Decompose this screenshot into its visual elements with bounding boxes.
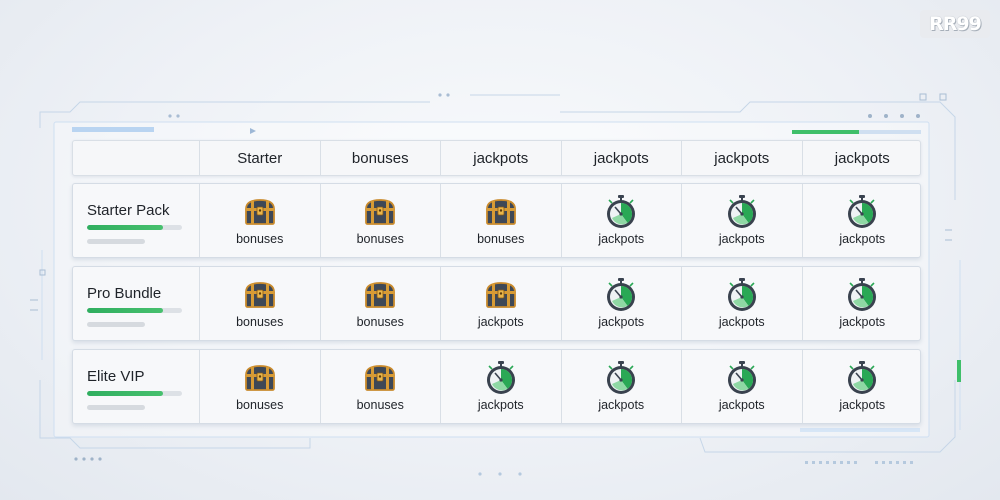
feature-label: bonuses	[236, 315, 284, 329]
feature-label: bonuses	[356, 398, 404, 412]
feature-label: jackpots	[839, 398, 886, 412]
feature-cell[interactable]: bonuses	[440, 184, 561, 257]
feature-cell[interactable]: bonuses	[199, 184, 320, 257]
table-row[interactable]: Elite VIP bonuses bonuses jackpots jackpots j…	[72, 349, 921, 424]
stopwatch-icon	[844, 194, 880, 230]
column-header: bonuses	[319, 141, 441, 175]
feature-label: jackpots	[598, 232, 645, 246]
feature-label: jackpots	[598, 398, 645, 412]
feature-cell[interactable]: jackpots	[801, 184, 923, 257]
stopwatch-icon	[724, 360, 760, 396]
table-row[interactable]: Starter Pack bonuses bonuses bonuses jackpot…	[72, 183, 921, 258]
feature-label: bonuses	[477, 232, 525, 246]
stopwatch-icon	[724, 194, 760, 230]
secondary-bar	[87, 322, 145, 327]
feature-label: jackpots	[718, 232, 765, 246]
package-comparison-table: Starter bonuses jackpots jackpots jackpo…	[72, 140, 921, 424]
feature-cell[interactable]: jackpots	[801, 267, 923, 340]
column-header: jackpots	[440, 141, 561, 175]
table-header: Starter bonuses jackpots jackpots jackpo…	[72, 140, 921, 176]
feature-label: bonuses	[236, 398, 284, 412]
package-name: Pro Bundle	[87, 285, 162, 302]
feature-label: jackpots	[477, 398, 524, 412]
secondary-bar	[87, 239, 145, 244]
stopwatch-icon	[724, 277, 760, 313]
feature-cell[interactable]: jackpots	[801, 350, 923, 423]
feature-cell[interactable]: bonuses	[199, 350, 320, 423]
treasure-chest-icon	[242, 277, 278, 313]
feature-label: jackpots	[839, 232, 886, 246]
row-label-cell: Elite VIP	[73, 350, 199, 423]
package-progress-bar	[87, 308, 182, 313]
feature-cell[interactable]: jackpots	[681, 350, 802, 423]
feature-label: jackpots	[598, 315, 645, 329]
stopwatch-icon	[603, 194, 639, 230]
column-header: jackpots	[681, 141, 802, 175]
feature-label: jackpots	[839, 315, 886, 329]
feature-label: bonuses	[356, 232, 404, 246]
stopwatch-icon	[844, 360, 880, 396]
brand-logo: RR99	[920, 10, 990, 38]
stopwatch-icon	[483, 360, 519, 396]
feature-cell[interactable]: jackpots	[681, 267, 802, 340]
treasure-chest-icon	[483, 194, 519, 230]
treasure-chest-icon	[242, 360, 278, 396]
treasure-chest-icon	[483, 277, 519, 313]
header-corner-cell	[73, 141, 199, 175]
feature-label: bonuses	[356, 315, 404, 329]
feature-cell[interactable]: bonuses	[319, 184, 441, 257]
feature-cell[interactable]: bonuses	[319, 267, 441, 340]
table-row[interactable]: Pro Bundle bonuses bonuses jackpots jackpots…	[72, 266, 921, 341]
stopwatch-icon	[603, 360, 639, 396]
package-name: Elite VIP	[87, 368, 145, 385]
feature-label: jackpots	[718, 398, 765, 412]
feature-cell[interactable]: bonuses	[319, 350, 441, 423]
feature-cell[interactable]: jackpots	[440, 267, 561, 340]
row-label-cell: Starter Pack	[73, 184, 199, 257]
feature-cell[interactable]: jackpots	[440, 350, 561, 423]
feature-cell[interactable]: jackpots	[560, 267, 682, 340]
package-progress-bar	[87, 391, 182, 396]
feature-cell[interactable]: jackpots	[681, 184, 802, 257]
feature-cell[interactable]: bonuses	[199, 267, 320, 340]
treasure-chest-icon	[362, 194, 398, 230]
feature-label: bonuses	[236, 232, 284, 246]
progress-fill	[87, 308, 163, 313]
progress-fill	[87, 391, 163, 396]
package-name: Starter Pack	[87, 202, 170, 219]
treasure-chest-icon	[362, 277, 398, 313]
stopwatch-icon	[603, 277, 639, 313]
feature-cell[interactable]: jackpots	[560, 184, 682, 257]
feature-label: jackpots	[718, 315, 765, 329]
feature-label: jackpots	[477, 315, 524, 329]
row-label-cell: Pro Bundle	[73, 267, 199, 340]
column-header: jackpots	[801, 141, 923, 175]
stopwatch-icon	[844, 277, 880, 313]
column-header: Starter	[199, 141, 320, 175]
treasure-chest-icon	[242, 194, 278, 230]
feature-cell[interactable]: jackpots	[560, 350, 682, 423]
column-header: jackpots	[560, 141, 682, 175]
secondary-bar	[87, 405, 145, 410]
package-progress-bar	[87, 225, 182, 230]
treasure-chest-icon	[362, 360, 398, 396]
progress-fill	[87, 225, 163, 230]
